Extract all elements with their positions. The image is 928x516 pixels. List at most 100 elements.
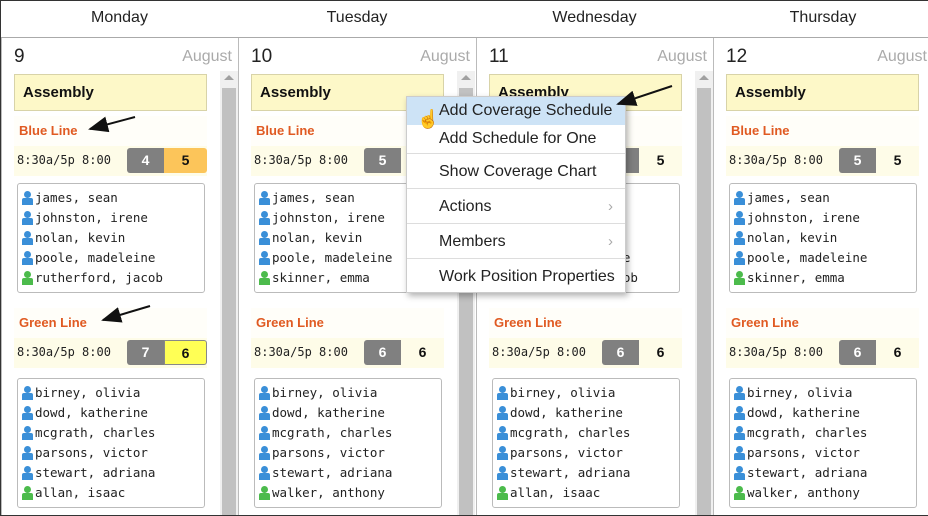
member-name: mcgrath, charles <box>510 425 631 440</box>
shift-time: 8:30a/5p 8:00 <box>729 345 823 359</box>
member-row[interactable]: skinner, emma <box>733 268 916 288</box>
shift-row[interactable]: 8:30a/5p 8:00 6 6 <box>251 338 444 368</box>
member-row[interactable]: stewart, adriana <box>258 463 441 483</box>
member-row[interactable]: stewart, adriana <box>21 463 204 483</box>
person-icon <box>21 230 34 246</box>
shift-row[interactable]: 8:30a/5p 8:00 7 6 <box>14 338 207 368</box>
assigned-count-badge: 7 <box>127 340 164 365</box>
scroll-up-icon[interactable] <box>224 75 234 80</box>
assembly-header[interactable]: Assembly <box>14 74 207 111</box>
member-row[interactable]: mcgrath, charles <box>258 423 441 443</box>
month-label: August <box>420 48 470 65</box>
member-list: birney, olivia dowd, katherine mcgrath, ch… <box>254 378 442 508</box>
scroll-up-icon[interactable] <box>461 75 471 80</box>
member-row[interactable]: rutherford, jacob <box>21 268 204 288</box>
member-row[interactable]: birney, olivia <box>258 383 441 403</box>
person-body <box>22 393 33 400</box>
person-body <box>734 453 745 460</box>
member-row[interactable]: parsons, victor <box>258 443 441 463</box>
day-column: 9 August Assembly Blue Line 8:30a/5p 8:00 4 5 j… <box>1 38 240 515</box>
member-row[interactable]: birney, olivia <box>733 383 916 403</box>
scroll-thumb[interactable] <box>697 88 711 515</box>
member-name: stewart, adriana <box>747 465 868 480</box>
shift-row[interactable]: 8:30a/5p 8:00 6 6 <box>726 338 919 368</box>
member-name: johnston, irene <box>272 210 385 225</box>
member-row[interactable]: dowd, katherine <box>21 403 204 423</box>
menu-item-work-position-properties[interactable]: Work Position Properties <box>407 258 625 293</box>
person-head <box>499 486 506 493</box>
member-name: mcgrath, charles <box>272 425 393 440</box>
section-title[interactable]: Blue Line <box>726 116 919 146</box>
person-icon <box>258 445 271 461</box>
member-row[interactable]: mcgrath, charles <box>21 423 204 443</box>
member-row[interactable]: walker, anthony <box>258 483 441 503</box>
member-name: johnston, irene <box>35 210 148 225</box>
member-row[interactable]: poole, madeleine <box>733 248 916 268</box>
section-title[interactable]: Green Line <box>489 308 682 338</box>
shift-row[interactable]: 8:30a/5p 8:00 6 6 <box>489 338 682 368</box>
person-body <box>22 433 33 440</box>
assigned-count-badge: 6 <box>364 340 401 365</box>
member-row[interactable]: allan, isaac <box>21 483 204 503</box>
member-row[interactable]: stewart, adriana <box>496 463 679 483</box>
member-name: james, sean <box>272 190 355 205</box>
scroll-up-icon[interactable] <box>699 75 709 80</box>
member-row[interactable]: allan, isaac <box>496 483 679 503</box>
member-name: poole, madeleine <box>272 250 393 265</box>
person-body <box>22 453 33 460</box>
member-row[interactable]: walker, anthony <box>733 483 916 503</box>
section-title[interactable]: Green Line <box>251 308 444 338</box>
assembly-header[interactable]: Assembly <box>726 74 919 111</box>
person-icon <box>258 465 271 481</box>
section-title[interactable]: Green Line <box>726 308 919 338</box>
menu-item-show-coverage-chart[interactable]: Show Coverage Chart <box>407 153 625 188</box>
section-title[interactable]: Green Line <box>14 308 207 338</box>
member-row[interactable]: nolan, kevin <box>733 228 916 248</box>
member-row[interactable]: dowd, katherine <box>258 403 441 423</box>
person-body <box>22 413 33 420</box>
member-row[interactable]: johnston, irene <box>21 208 204 228</box>
person-body <box>734 278 745 285</box>
member-row[interactable]: poole, madeleine <box>21 248 204 268</box>
vertical-scrollbar[interactable] <box>220 71 238 515</box>
menu-item-add-schedule-for-one[interactable]: Add Schedule for One <box>407 125 625 153</box>
member-row[interactable]: dowd, katherine <box>496 403 679 423</box>
member-row[interactable]: james, sean <box>21 188 204 208</box>
member-row[interactable]: stewart, adriana <box>733 463 916 483</box>
member-name: stewart, adriana <box>510 465 631 480</box>
person-icon <box>258 485 271 501</box>
member-row[interactable]: birney, olivia <box>496 383 679 403</box>
member-row[interactable]: johnston, irene <box>733 208 916 228</box>
member-name: walker, anthony <box>747 485 860 500</box>
member-name: birney, olivia <box>747 385 853 400</box>
day-header-thursday: Thursday <box>713 1 928 38</box>
member-name: parsons, victor <box>747 445 860 460</box>
member-row[interactable]: james, sean <box>733 188 916 208</box>
member-row[interactable]: parsons, victor <box>733 443 916 463</box>
member-row[interactable]: nolan, kevin <box>21 228 204 248</box>
menu-item-add-coverage-schedule[interactable]: Add Coverage Schedule <box>407 97 625 125</box>
person-head <box>736 211 743 218</box>
member-row[interactable]: birney, olivia <box>21 383 204 403</box>
section-title[interactable]: Blue Line <box>14 116 207 146</box>
member-row[interactable]: parsons, victor <box>21 443 204 463</box>
scroll-thumb[interactable] <box>222 88 236 515</box>
shift-time: 8:30a/5p 8:00 <box>254 153 348 167</box>
member-row[interactable]: mcgrath, charles <box>496 423 679 443</box>
person-icon <box>733 250 746 266</box>
shift-row[interactable]: 8:30a/5p 8:00 5 5 <box>726 146 919 176</box>
person-icon <box>21 405 34 421</box>
menu-item-members[interactable]: Members › <box>407 223 625 258</box>
person-body <box>497 453 508 460</box>
person-icon <box>258 405 271 421</box>
member-row[interactable]: mcgrath, charles <box>733 423 916 443</box>
work-position-section: Green Line 8:30a/5p 8:00 7 6 <box>14 308 207 368</box>
vertical-scrollbar[interactable] <box>695 71 713 515</box>
person-body <box>734 393 745 400</box>
member-row[interactable]: dowd, katherine <box>733 403 916 423</box>
shift-row[interactable]: 8:30a/5p 8:00 4 5 <box>14 146 207 176</box>
person-body <box>497 393 508 400</box>
member-row[interactable]: parsons, victor <box>496 443 679 463</box>
menu-item-actions[interactable]: Actions › <box>407 188 625 223</box>
person-body <box>259 258 270 265</box>
